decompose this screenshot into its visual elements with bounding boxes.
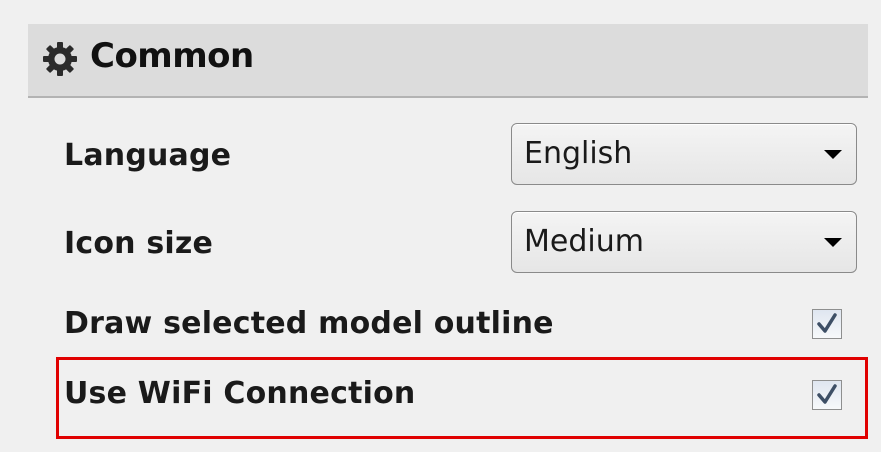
chevron-down-icon: [824, 238, 842, 247]
settings-panel: Common Language English Icon size Medium…: [8, 8, 876, 446]
icon-size-dropdown[interactable]: Medium: [511, 211, 857, 273]
use-wifi-label: Use WiFi Connection: [64, 376, 416, 411]
draw-outline-label: Draw selected model outline: [64, 306, 554, 341]
section-header: Common: [28, 24, 868, 98]
section-title: Common: [90, 36, 254, 76]
checkmark-icon: [817, 384, 837, 404]
use-wifi-checkbox[interactable]: [812, 380, 842, 410]
icon-size-label: Icon size: [64, 226, 214, 261]
gear-icon: [43, 42, 77, 76]
language-value: English: [524, 136, 633, 171]
chevron-down-icon: [824, 150, 842, 159]
draw-outline-checkbox[interactable]: [812, 309, 842, 339]
language-label: Language: [64, 138, 232, 173]
icon-size-value: Medium: [524, 224, 644, 259]
language-dropdown[interactable]: English: [511, 123, 857, 185]
checkmark-icon: [817, 313, 837, 333]
